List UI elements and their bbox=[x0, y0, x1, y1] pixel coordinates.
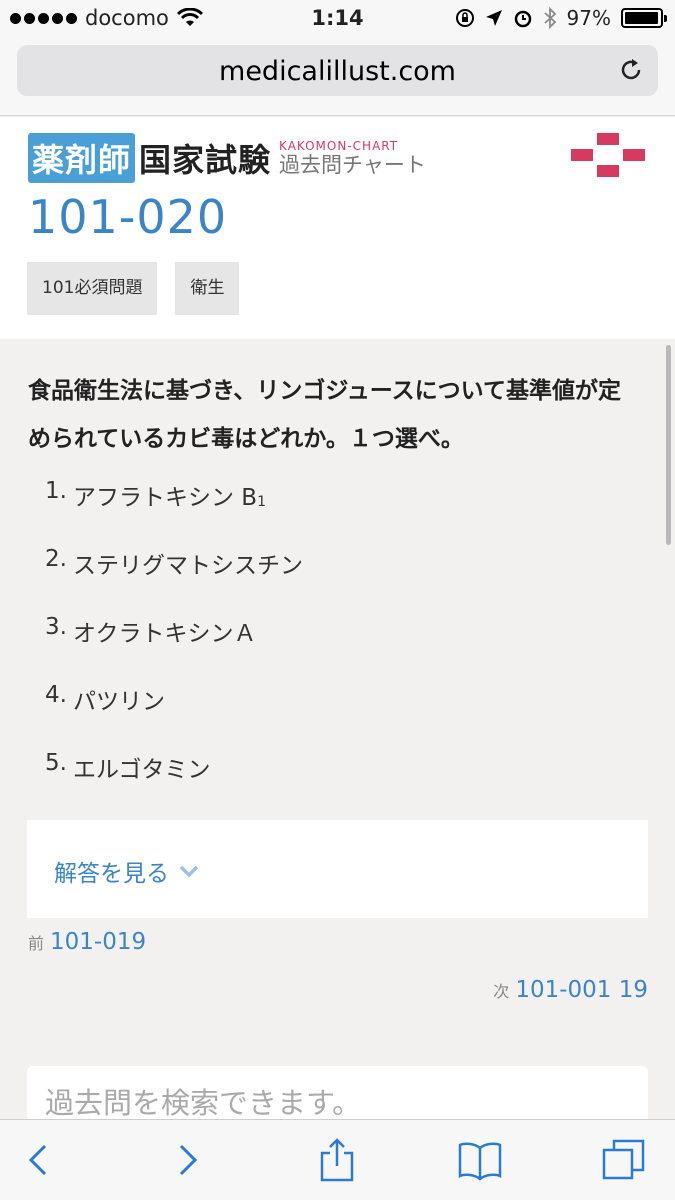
prev-label: 前 bbox=[28, 934, 45, 953]
choice-label: エルゴタミン bbox=[73, 757, 211, 783]
search-placeholder[interactable]: 過去問を検索できます。 bbox=[45, 1080, 361, 1122]
show-answer-button[interactable]: 解答を見る bbox=[54, 854, 199, 888]
tag-list: 101必須問題 衛生 bbox=[27, 262, 240, 315]
prev-question-link[interactable]: 101-019 bbox=[50, 929, 146, 955]
reload-icon[interactable] bbox=[618, 57, 644, 83]
back-icon[interactable] bbox=[14, 1136, 62, 1184]
choice-subscript: 1 bbox=[257, 494, 267, 510]
url-text[interactable]: medicalillust.com bbox=[17, 56, 658, 87]
forward-icon[interactable] bbox=[164, 1136, 212, 1184]
choice-item: 5. エルゴタミン bbox=[45, 750, 303, 818]
location-icon bbox=[485, 10, 502, 26]
browser-toolbar bbox=[0, 1119, 675, 1200]
choice-label: ステリグマトシスチン bbox=[73, 553, 303, 579]
show-answer-label: 解答を見る bbox=[54, 861, 169, 887]
choice-list: 1. アフラトキシン B1 2. ステリグマトシスチン 3. オクラトキシンＡ 4. パ… bbox=[45, 478, 303, 818]
page-header: 薬剤師 国家試験 KAKOMON-CHART 過去問チャート 101-020 1… bbox=[0, 117, 675, 339]
bookmarks-icon[interactable] bbox=[456, 1136, 504, 1184]
bluetooth-icon bbox=[543, 7, 556, 29]
tag-subject[interactable]: 衛生 bbox=[175, 262, 240, 315]
menu-brand-icon[interactable] bbox=[571, 133, 645, 177]
choice-number: 1. bbox=[45, 478, 67, 504]
logo-subtitle: KAKOMON-CHART 過去問チャート bbox=[279, 140, 426, 176]
chevron-down-icon bbox=[179, 865, 199, 878]
site-logo[interactable]: 薬剤師 国家試験 KAKOMON-CHART 過去問チャート bbox=[28, 133, 426, 183]
logo-subtitle-jp: 過去問チャート bbox=[279, 153, 426, 177]
status-icons: 97% bbox=[455, 6, 667, 30]
browser-address-area: medicalillust.com bbox=[0, 38, 675, 116]
alarm-icon bbox=[514, 10, 531, 28]
choice-item: 3. オクラトキシンＡ bbox=[45, 614, 303, 682]
prev-question: 前 101-019 bbox=[28, 929, 146, 955]
logo-title: 国家試験 bbox=[139, 141, 272, 179]
choice-label: オクラトキシンＡ bbox=[73, 621, 257, 647]
logo-subtitle-en: KAKOMON-CHART bbox=[279, 139, 399, 153]
battery-percent: 97% bbox=[566, 6, 611, 30]
question-text: 食品衛生法に基づき、リンゴジュースについて基準値が定められているカビ毒はどれか。… bbox=[28, 378, 621, 452]
choice-item: 4. パツリン bbox=[45, 682, 303, 750]
address-bar[interactable]: medicalillust.com bbox=[17, 45, 658, 96]
battery-icon bbox=[621, 8, 667, 28]
tabs-icon[interactable] bbox=[600, 1136, 648, 1184]
choice-number: 2. bbox=[45, 546, 67, 572]
choice-label: パツリン bbox=[73, 689, 165, 715]
status-bar: docomo 1:14 97% bbox=[0, 0, 675, 38]
page-title: 101-020 bbox=[28, 190, 228, 244]
choice-label: アフラトキシン B bbox=[73, 485, 258, 511]
next-question-link[interactable]: 101-001 19 bbox=[515, 977, 648, 1003]
tag-category[interactable]: 101必須問題 bbox=[27, 262, 158, 315]
next-label: 次 bbox=[493, 982, 510, 1001]
answer-panel: 解答を見る bbox=[27, 820, 648, 918]
logo-badge: 薬剤師 bbox=[28, 133, 136, 183]
choice-number: 4. bbox=[45, 682, 67, 708]
share-icon[interactable] bbox=[313, 1136, 361, 1184]
choice-number: 3. bbox=[45, 614, 67, 640]
choice-item: 1. アフラトキシン B1 bbox=[45, 478, 303, 546]
search-box[interactable]: 過去問を検索できます。 bbox=[27, 1066, 648, 1126]
orientation-lock-icon bbox=[455, 9, 474, 27]
next-question: 次 101-001 19 bbox=[493, 977, 648, 1003]
choice-number: 5. bbox=[45, 750, 67, 776]
scrollbar[interactable] bbox=[666, 345, 671, 545]
choice-item: 2. ステリグマトシスチン bbox=[45, 546, 303, 614]
